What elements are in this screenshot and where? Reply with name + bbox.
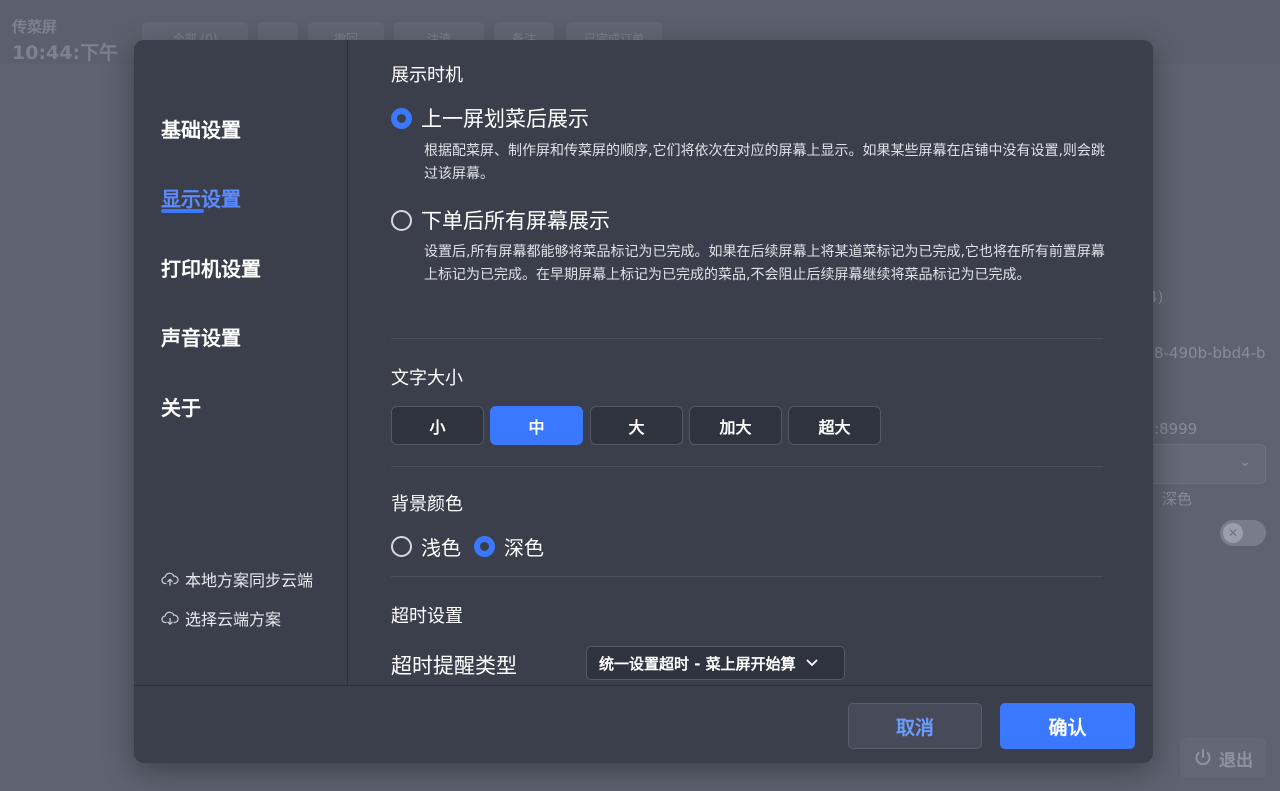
timing-option-all-screens-label: 下单后所有屏幕展示 — [421, 209, 610, 233]
chevron-down-icon — [806, 659, 818, 666]
bg-color-title: 背景颜色 — [391, 494, 463, 515]
sync-to-cloud-link[interactable]: 本地方案同步云端 — [161, 567, 313, 591]
background-title: 传菜屏 — [12, 18, 58, 36]
settings-modal: 基础设置 显示设置 打印机设置 声音设置 关于 本地方案同步云端 选择云端方案 … — [134, 40, 1153, 763]
background-select: ⌄ — [1140, 444, 1266, 484]
font-size-xxlarge-button[interactable]: 超大 — [788, 406, 881, 445]
settings-sidebar: 基础设置 显示设置 打印机设置 声音设置 关于 本地方案同步云端 选择云端方案 — [134, 40, 348, 685]
font-size-xlarge-button[interactable]: 加大 — [689, 406, 782, 445]
section-divider — [391, 466, 1103, 467]
sync-to-cloud-label: 本地方案同步云端 — [185, 571, 314, 590]
display-timing-title: 展示时机 — [391, 65, 463, 86]
active-tab-indicator — [161, 209, 204, 213]
timeout-type-label: 超时提醒类型 — [391, 654, 517, 678]
settings-content: 展示时机 上一屏划菜后展示 根据配菜屏、制作屏和传菜屏的顺序,它们将依次在对应的… — [348, 40, 1153, 685]
radio-unchecked[interactable] — [391, 536, 412, 557]
timing-option-after-prev[interactable]: 上一屏划菜后展示 — [391, 103, 589, 133]
timeout-title: 超时设置 — [391, 606, 463, 627]
background-exit-button: 退出 — [1180, 738, 1266, 778]
background-text-3: :8999 — [1154, 420, 1198, 438]
bg-color-dark-label: 深色 — [504, 536, 544, 560]
timeout-type-value: 统一设置超时 - 菜上屏开始算 — [599, 654, 796, 673]
sidebar-item-about[interactable]: 关于 — [161, 392, 201, 421]
timing-option-after-prev-desc: 根据配菜屏、制作屏和传菜屏的顺序,它们将依次在对应的屏幕上显示。如果某些屏幕在店… — [424, 143, 1105, 182]
sidebar-item-display[interactable]: 显示设置 — [161, 183, 241, 212]
cancel-button[interactable]: 取消 — [848, 703, 982, 749]
select-cloud-plan-label: 选择云端方案 — [185, 610, 282, 629]
section-divider — [391, 338, 1103, 339]
background-exit-label: 退出 — [1219, 750, 1253, 771]
select-cloud-plan-link[interactable]: 选择云端方案 — [161, 606, 281, 630]
background-toggle: ✕ — [1220, 520, 1266, 546]
timing-option-all-screens[interactable]: 下单后所有屏幕展示 — [391, 205, 610, 235]
sidebar-item-basic[interactable]: 基础设置 — [161, 114, 241, 143]
chevron-down-icon: ⌄ — [1239, 454, 1251, 470]
bg-color-light-label: 浅色 — [421, 536, 461, 560]
background-text-2: 8-490b-bbd4-b — [1154, 344, 1266, 362]
radio-checked[interactable] — [391, 107, 412, 129]
background-time: 10:44:下午 — [12, 42, 119, 64]
font-size-small-button[interactable]: 小 — [391, 406, 484, 445]
close-icon: ✕ — [1223, 523, 1243, 543]
timing-option-all-screens-desc: 设置后,所有屏幕都能够将菜品标记为已完成。如果在后续屏幕上将某道菜标记为已完成,… — [424, 244, 1105, 283]
font-size-large-button[interactable]: 大 — [590, 406, 683, 445]
cloud-upload-icon — [161, 572, 179, 586]
cloud-download-icon — [161, 611, 179, 625]
bg-color-light-option[interactable]: 浅色 — [391, 532, 461, 561]
confirm-button[interactable]: 确认 — [1000, 703, 1135, 749]
timing-option-after-prev-label: 上一屏划菜后展示 — [421, 107, 589, 131]
bg-color-dark-option[interactable]: 深色 — [474, 532, 544, 561]
power-icon — [1195, 749, 1211, 766]
modal-footer: 取消 确认 — [134, 685, 1153, 763]
timeout-type-select[interactable]: 统一设置超时 - 菜上屏开始算 — [586, 646, 845, 680]
font-size-medium-button[interactable]: 中 — [490, 406, 583, 445]
background-text-4: 深色 — [1162, 490, 1193, 508]
section-divider — [391, 576, 1103, 577]
sidebar-item-sound[interactable]: 声音设置 — [161, 322, 241, 351]
font-size-title: 文字大小 — [391, 368, 463, 389]
radio-checked[interactable] — [474, 536, 495, 557]
radio-unchecked[interactable] — [391, 209, 412, 231]
sidebar-item-printer[interactable]: 打印机设置 — [161, 253, 261, 282]
